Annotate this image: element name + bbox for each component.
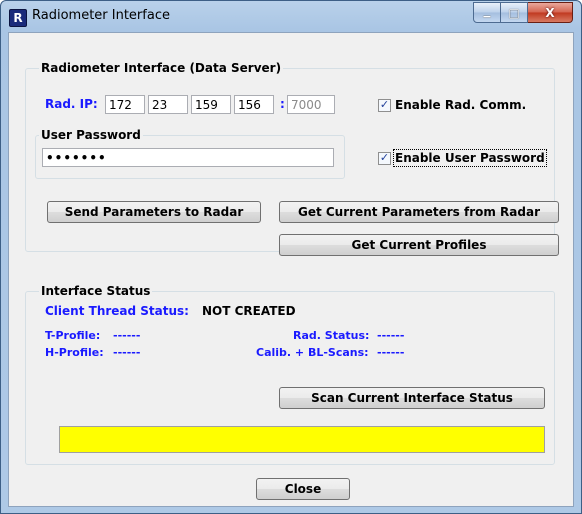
close-button[interactable]: Close	[256, 478, 350, 500]
scan-interface-status-button[interactable]: Scan Current Interface Status	[279, 387, 545, 409]
client-thread-status-label: Client Thread Status:	[45, 304, 189, 318]
send-parameters-button[interactable]: Send Parameters to Radar	[47, 201, 261, 223]
t-profile-label: T-Profile:	[45, 329, 101, 342]
rad-status-label: Rad. Status:	[293, 329, 370, 342]
enable-rad-comm-checkbox[interactable]: ✓	[378, 99, 391, 112]
data-server-group-title: Radiometer Interface (Data Server)	[39, 61, 284, 75]
calib-bl-scans-label: Calib. + BL-Scans:	[256, 346, 369, 359]
rad-status-value: ------	[377, 329, 405, 342]
ip-octet-2-field[interactable]: 23	[148, 95, 188, 114]
h-profile-label: H-Profile:	[45, 346, 104, 359]
caption-buttons: ▁ □ X	[473, 2, 573, 23]
enable-user-password-label[interactable]: Enable User Password	[393, 149, 547, 167]
client-area: Radiometer Interface (Data Server) Rad. …	[8, 32, 574, 507]
minimize-icon: ▁	[483, 7, 491, 18]
enable-rad-comm-label[interactable]: Enable Rad. Comm.	[395, 98, 526, 112]
rad-ip-label: Rad. IP:	[45, 97, 98, 111]
ip-octet-1-field[interactable]: 172	[105, 95, 145, 114]
calib-bl-scans-value: ------	[377, 346, 405, 359]
enable-user-password-checkbox[interactable]: ✓	[378, 152, 391, 165]
interface-status-group-title: Interface Status	[39, 284, 153, 298]
status-indicator-bar	[59, 426, 545, 453]
app-icon[interactable]: R	[9, 9, 27, 27]
client-thread-status-value: NOT CREATED	[202, 304, 296, 318]
window-title: Radiometer Interface	[32, 8, 170, 23]
get-current-parameters-button[interactable]: Get Current Parameters from Radar	[279, 201, 559, 223]
h-profile-value: ------	[113, 346, 141, 359]
minimize-button[interactable]: ▁	[473, 2, 501, 23]
ip-octet-4-field[interactable]: 156	[234, 95, 274, 114]
title-bar[interactable]: R Radiometer Interface ▁ □ X	[1, 1, 581, 31]
user-password-field[interactable]: •••••••	[42, 148, 334, 167]
port-separator: :	[280, 97, 285, 111]
port-field[interactable]: 7000	[287, 95, 335, 114]
close-window-button[interactable]: X	[528, 2, 573, 23]
maximize-button[interactable]: □	[501, 2, 528, 23]
ip-octet-3-field[interactable]: 159	[191, 95, 231, 114]
maximize-icon: □	[508, 5, 520, 20]
password-group-title: User Password	[39, 128, 143, 142]
get-current-profiles-button[interactable]: Get Current Profiles	[279, 234, 559, 256]
radiometer-interface-window: R Radiometer Interface ▁ □ X Radiometer …	[0, 0, 582, 514]
close-icon: X	[545, 5, 555, 20]
t-profile-value: ------	[113, 329, 141, 342]
